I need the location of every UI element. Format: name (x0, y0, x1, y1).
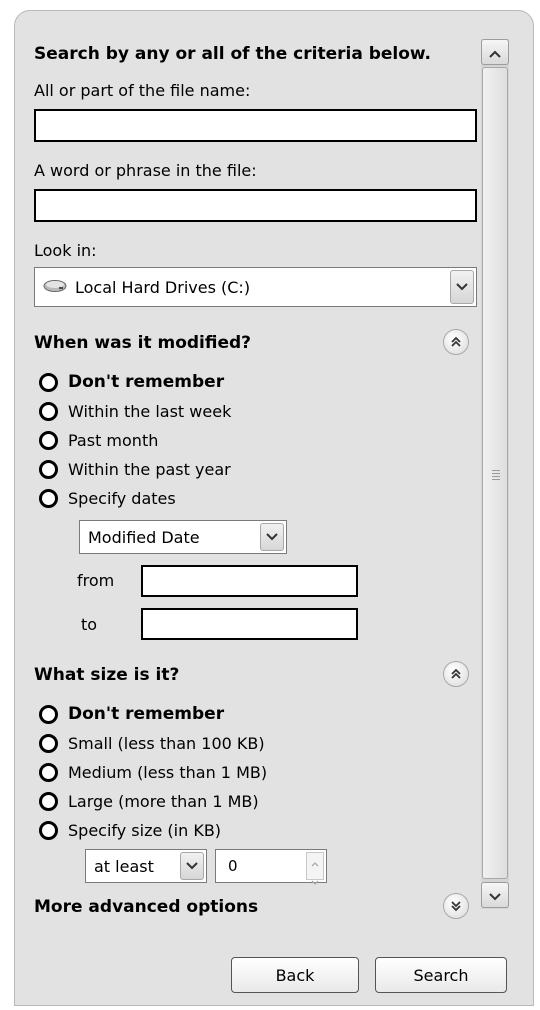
search-heading: Search by any or all of the criteria bel… (34, 44, 431, 64)
chevron-down-icon[interactable] (450, 270, 474, 304)
size-section-heading: What size is it? (34, 665, 180, 685)
radio-button[interactable] (39, 791, 58, 811)
radio-button[interactable] (39, 401, 58, 421)
search-companion-panel: Search by any or all of the criteria bel… (14, 10, 534, 1006)
modified-option-dont-remember[interactable]: Don't remember (39, 369, 224, 395)
size-option-medium[interactable]: Medium (less than 1 MB) (39, 759, 267, 785)
advanced-options-heading[interactable]: More advanced options (34, 897, 258, 917)
radio-button[interactable] (39, 372, 58, 392)
spin-down-icon[interactable] (311, 871, 319, 889)
radio-button[interactable] (39, 459, 58, 479)
size-option-small[interactable]: Small (less than 100 KB) (39, 730, 265, 756)
modified-section-heading: When was it modified? (34, 333, 252, 353)
radio-button[interactable] (39, 488, 58, 508)
double-chevron-down-icon (450, 897, 462, 916)
chevron-down-icon (489, 886, 501, 905)
size-qualifier-value: at least (94, 856, 154, 876)
size-qualifier-dropdown[interactable]: at least (85, 849, 207, 883)
double-chevron-up-icon (450, 665, 462, 684)
chevron-down-icon[interactable] (180, 852, 204, 880)
radio-button[interactable] (39, 430, 58, 450)
modified-option-specify-dates[interactable]: Specify dates (39, 485, 176, 511)
spinner-arrows[interactable] (306, 852, 324, 885)
size-amount-stepper[interactable]: 0 (215, 849, 327, 885)
modified-option-past-month[interactable]: Past month (39, 427, 158, 453)
expand-advanced-button[interactable] (443, 893, 469, 919)
scroll-up-button[interactable] (481, 39, 509, 65)
from-date-input[interactable] (141, 565, 358, 597)
chevron-down-icon[interactable] (260, 523, 284, 551)
double-chevron-up-icon (450, 333, 462, 352)
scrollbar-thumb[interactable] (482, 67, 508, 879)
radio-button[interactable] (39, 762, 58, 782)
size-option-dont-remember[interactable]: Don't remember (39, 701, 224, 727)
from-label: from (77, 571, 115, 590)
look-in-label: Look in: (34, 241, 97, 260)
phrase-input[interactable] (34, 189, 477, 222)
radio-button[interactable] (39, 733, 58, 753)
chevron-up-icon (489, 43, 501, 62)
phrase-label: A word or phrase in the file: (34, 161, 257, 180)
collapse-modified-button[interactable] (443, 329, 469, 355)
radio-button[interactable] (39, 820, 58, 840)
to-label: to (81, 615, 98, 634)
radio-button[interactable] (39, 704, 58, 724)
hard-drive-icon (43, 278, 67, 297)
file-name-input[interactable] (34, 109, 477, 142)
back-button[interactable]: Back (231, 957, 359, 993)
collapse-size-button[interactable] (443, 661, 469, 687)
scroll-down-button[interactable] (481, 882, 509, 908)
size-option-large[interactable]: Large (more than 1 MB) (39, 788, 259, 814)
modified-option-last-week[interactable]: Within the last week (39, 398, 231, 424)
modified-option-past-year[interactable]: Within the past year (39, 456, 231, 482)
date-type-value: Modified Date (88, 527, 200, 547)
spin-up-icon[interactable] (311, 853, 319, 871)
vertical-scrollbar[interactable] (481, 39, 509, 909)
file-name-label: All or part of the file name: (34, 81, 251, 100)
look-in-value: Local Hard Drives (C:) (75, 277, 251, 297)
size-amount-value: 0 (228, 857, 238, 875)
date-type-dropdown[interactable]: Modified Date (79, 520, 287, 554)
size-option-specify-size[interactable]: Specify size (in KB) (39, 817, 221, 843)
search-button[interactable]: Search (375, 957, 507, 993)
to-date-input[interactable] (141, 608, 358, 640)
look-in-dropdown[interactable]: Local Hard Drives (C:) (34, 267, 477, 307)
